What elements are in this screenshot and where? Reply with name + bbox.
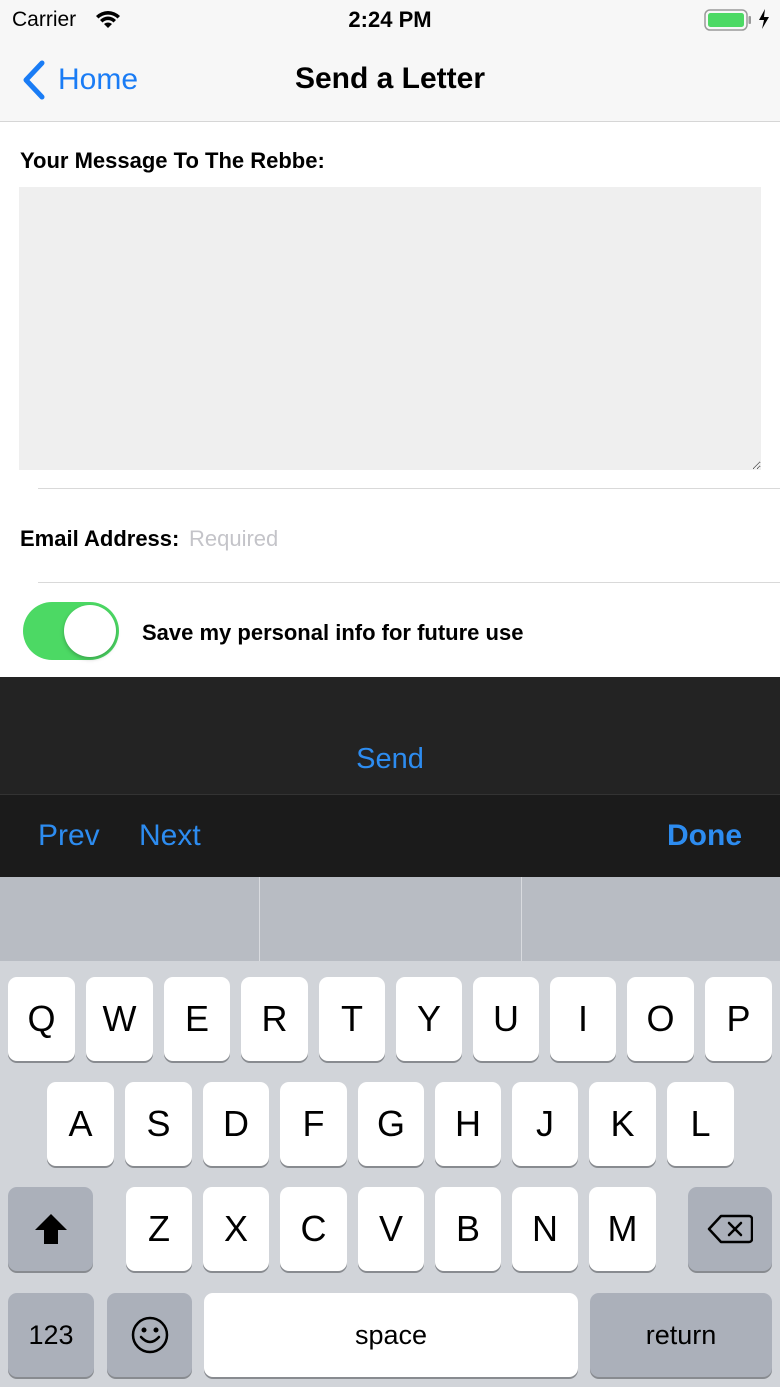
key-w[interactable]: W [86,977,153,1061]
key-k[interactable]: K [589,1082,656,1166]
key-f[interactable]: F [280,1082,347,1166]
prev-button[interactable]: Prev [38,819,100,853]
navigation-bar: Home Send a Letter [0,40,780,122]
keyboard-toolbar: Prev Next Done [0,794,780,877]
key-a[interactable]: A [47,1082,114,1166]
separator [38,582,780,583]
key-h[interactable]: H [435,1082,501,1166]
email-field[interactable] [189,520,749,558]
key-c[interactable]: C [280,1187,347,1271]
email-label: Email Address: [20,526,180,551]
key-z[interactable]: Z [126,1187,192,1271]
key-v[interactable]: V [358,1187,424,1271]
message-label: Your Message To The Rebbe: [20,148,325,173]
key-g[interactable]: G [358,1082,424,1166]
numbers-key[interactable]: 123 [8,1293,94,1377]
emoji-key[interactable] [107,1293,192,1377]
save-info-toggle[interactable] [23,602,119,660]
delete-icon [707,1214,753,1244]
key-p[interactable]: P [705,977,772,1061]
key-u[interactable]: U [473,977,539,1061]
keyboard: Q W E R T Y U I O P A S D F G H J K L Z … [0,877,780,1387]
key-t[interactable]: T [319,977,385,1061]
key-n[interactable]: N [512,1187,578,1271]
status-time: 2:24 PM [348,7,432,32]
key-e[interactable]: E [164,977,230,1061]
delete-key[interactable] [688,1187,772,1271]
key-i[interactable]: I [550,977,616,1061]
send-button[interactable]: Send [0,743,780,776]
send-bar: Send [0,677,780,794]
key-x[interactable]: X [203,1187,269,1271]
key-l[interactable]: L [667,1082,734,1166]
key-m[interactable]: M [589,1187,656,1271]
status-bar: Carrier 2:24 PM [0,0,780,40]
save-info-label: Save my personal info for future use [142,620,524,645]
battery-icon [704,9,751,31]
message-textarea[interactable] [19,187,761,470]
return-key[interactable]: return [590,1293,772,1377]
emoji-icon [131,1316,168,1354]
key-r[interactable]: R [241,977,308,1061]
toggle-knob [64,605,116,657]
shift-icon [34,1214,67,1244]
key-y[interactable]: Y [396,977,462,1061]
separator [38,488,780,489]
key-q[interactable]: Q [8,977,75,1061]
predictive-divider [521,877,522,961]
charging-bolt-icon [759,9,769,29]
key-o[interactable]: O [627,977,694,1061]
shift-key[interactable] [8,1187,93,1271]
predictive-divider [259,877,260,961]
key-s[interactable]: S [125,1082,192,1166]
key-j[interactable]: J [512,1082,578,1166]
next-button[interactable]: Next [139,819,201,853]
key-b[interactable]: B [435,1187,501,1271]
done-button[interactable]: Done [667,819,742,853]
predictive-bar [0,877,780,961]
page-title: Send a Letter [294,62,486,95]
key-d[interactable]: D [203,1082,269,1166]
space-key[interactable]: space [204,1293,578,1377]
